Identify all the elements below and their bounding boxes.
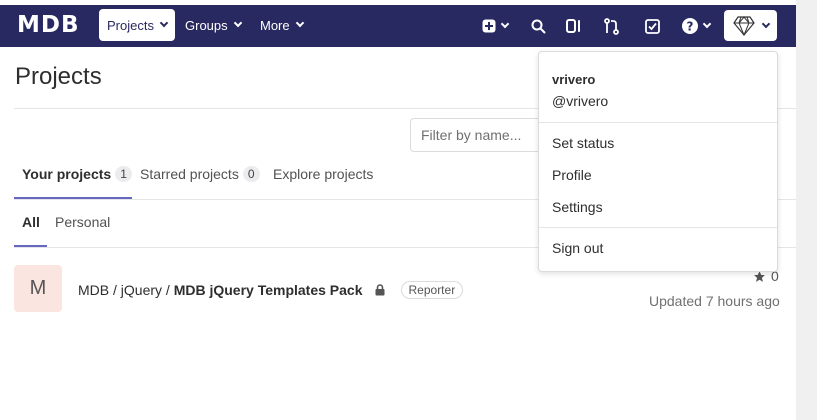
- count-badge: 0: [242, 166, 260, 182]
- logo[interactable]: MDB: [17, 12, 80, 38]
- lock-icon: [375, 284, 384, 296]
- menu-item-settings[interactable]: Settings: [552, 199, 603, 215]
- dropdown-divider: [539, 227, 777, 228]
- project-updated-time: Updated 7 hours ago: [649, 293, 780, 309]
- chevron-down-icon: [500, 19, 510, 29]
- count-badge: 1: [115, 166, 132, 182]
- subtab-label: Personal: [55, 214, 111, 230]
- projects-menu-label: Projects: [107, 17, 154, 33]
- tab-label: Your projects: [22, 166, 112, 182]
- issues-icon: [566, 19, 580, 33]
- tab-label: Starred projects: [140, 166, 239, 182]
- more-menu-label: More: [260, 17, 290, 33]
- subtab-all[interactable]: All: [22, 214, 40, 230]
- dropdown-user-name: vrivero: [552, 72, 596, 87]
- groups-menu-label: Groups: [185, 17, 228, 33]
- search-button[interactable]: [527, 16, 549, 36]
- filter-by-name-input[interactable]: [410, 118, 550, 152]
- menu-item-profile[interactable]: Profile: [552, 167, 592, 183]
- todo-check-icon: [644, 18, 660, 34]
- tab-explore-projects[interactable]: Explore projects: [273, 166, 373, 182]
- project-avatar[interactable]: M: [14, 265, 62, 312]
- dropdown-user-handle: @vrivero: [552, 93, 609, 109]
- user-avatar-button[interactable]: [724, 10, 777, 41]
- tab-starred-projects[interactable]: Starred projects 0: [140, 166, 260, 182]
- page-scrollbar-track[interactable]: [796, 0, 817, 420]
- top-navbar: MDB Projects Groups More ?: [0, 5, 796, 47]
- chevron-down-icon: [159, 18, 169, 28]
- plus-square-icon: [482, 19, 496, 33]
- page-title: Projects: [15, 63, 102, 90]
- dropdown-divider: [539, 122, 777, 123]
- project-name: MDB jQuery Templates Pack: [173, 282, 363, 298]
- subtab-personal[interactable]: Personal: [55, 214, 110, 230]
- merge-requests-button[interactable]: [601, 16, 623, 36]
- chevron-down-icon: [233, 18, 242, 28]
- chevron-down-icon: [761, 19, 770, 28]
- svg-text:?: ?: [687, 20, 694, 34]
- chevron-down-icon: [295, 18, 304, 28]
- help-question-icon: ?: [682, 18, 698, 34]
- merge-request-icon: [604, 17, 619, 35]
- avatar-diamond-icon: [732, 15, 755, 36]
- menu-item-sign-out[interactable]: Sign out: [552, 240, 603, 256]
- new-item-button[interactable]: [478, 16, 512, 36]
- help-button[interactable]: ?: [679, 16, 713, 36]
- projects-menu-button[interactable]: Projects: [99, 9, 175, 41]
- role-badge: Reporter: [400, 281, 464, 299]
- groups-menu-button[interactable]: Groups: [177, 9, 249, 41]
- search-icon: [531, 19, 545, 33]
- more-menu-button[interactable]: More: [252, 9, 311, 41]
- project-title[interactable]: MDB / jQuery / MDB jQuery Templates Pack…: [78, 281, 464, 299]
- subtab-label: All: [22, 214, 40, 230]
- tab-your-projects[interactable]: Your projects 1: [22, 166, 132, 182]
- tab-label: Explore projects: [273, 166, 374, 182]
- user-dropdown-menu: vrivero @vrivero Set status Profile Sett…: [538, 51, 778, 272]
- project-namespace: MDB / jQuery /: [78, 282, 174, 298]
- menu-item-set-status[interactable]: Set status: [552, 135, 614, 151]
- todos-button[interactable]: [641, 16, 663, 36]
- chevron-down-icon: [702, 19, 712, 29]
- issues-button[interactable]: [563, 16, 585, 36]
